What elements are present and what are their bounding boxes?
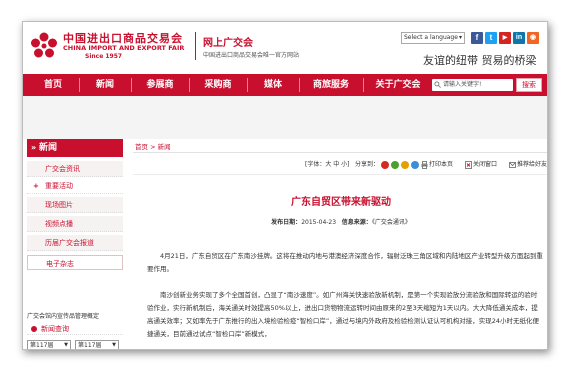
session-from-select[interactable]: 第117届 ▼ xyxy=(27,340,71,349)
toolbar-divider xyxy=(133,174,547,175)
wechat-icon[interactable] xyxy=(391,161,399,169)
article-area: 首页 > 新闻 [字体：大 中 小] 分享到： 打印本页 关闭窗口 推荐给好友 xyxy=(133,139,547,349)
article-meta: 发布日期：2015-04-23 信息来源：《广交会通讯》 xyxy=(133,217,547,226)
recommend-button[interactable]: 推荐给好友 xyxy=(517,160,547,170)
plus-icon: + xyxy=(33,182,39,190)
weibo-icon[interactable] xyxy=(381,161,389,169)
search-placeholder: 请输入关键字! xyxy=(443,81,482,88)
language-select[interactable]: Select a language ▾ xyxy=(401,32,465,44)
renren-icon[interactable] xyxy=(411,161,419,169)
sidebar-item-e-magazine[interactable]: 电子杂志 xyxy=(27,255,123,270)
rss-icon[interactable]: ◉ xyxy=(527,32,539,44)
sidebar-promo-text[interactable]: 广交会馆内宣传品管理概定 xyxy=(27,311,99,320)
meta-source: 《广交会通讯》 xyxy=(371,219,411,226)
article-paragraph: 南沙创新业务实现了多个全国首创，凸显了“南沙速度”。如广州海关快速验放新机制，是… xyxy=(147,291,540,338)
share-label: 分享到： xyxy=(355,161,380,168)
search-icon xyxy=(434,81,441,88)
browser-page: 中国进出口商品交易会 CHINA IMPORT AND EXPORT FAIR … xyxy=(22,21,548,350)
news-search-link[interactable]: 新闻查询 xyxy=(27,323,123,335)
chevron-down-icon: ▾ xyxy=(458,34,462,41)
banner-area xyxy=(23,96,547,139)
nav-item-media[interactable]: 媒体 xyxy=(251,74,295,96)
canton-fair-logo[interactable] xyxy=(29,31,59,61)
nav-divider xyxy=(131,78,132,92)
sidebar-heading-label: 新闻 xyxy=(39,143,58,153)
arrow-right-icon: » xyxy=(31,143,37,152)
site-header: 中国进出口商品交易会 CHINA IMPORT AND EXPORT FAIR … xyxy=(23,22,547,74)
sidebar-item-past-reports[interactable]: 历届广交会报道 xyxy=(27,235,123,251)
twitter-icon[interactable]: t xyxy=(485,32,497,44)
sidebar-item-major-events[interactable]: + 重要活动 xyxy=(27,178,123,194)
nav-divider xyxy=(189,78,190,92)
nav-divider xyxy=(299,78,300,92)
breadcrumb[interactable]: 首页 > 新闻 xyxy=(135,141,171,151)
sidebar: » 新闻 广交会资讯 + 重要活动 现场图片 视频点播 历届广交会报道 电子杂志… xyxy=(23,139,127,349)
linkedin-icon[interactable]: in xyxy=(513,32,525,44)
article-paragraph: 4月21日，广东自贸区在广东南沙挂牌。这将在推动内地与港澳经济深度合作，辐射泛珠… xyxy=(147,252,543,273)
chevron-down-icon: ▼ xyxy=(112,342,116,348)
printer-icon[interactable] xyxy=(421,161,428,169)
main-nav: 首页 新闻 参展商 采购商 媒体 商旅服务 关于广交会 请输入关键字! 搜索 xyxy=(23,74,547,96)
sidebar-item-photos[interactable]: 现场图片 xyxy=(27,197,123,213)
header-divider xyxy=(195,32,196,60)
article-title: 广东自贸区带来新驱动 xyxy=(291,197,391,208)
site-title[interactable]: 网上广交会 xyxy=(203,34,253,49)
news-search-label: 新闻查询 xyxy=(41,325,69,333)
qzone-icon[interactable] xyxy=(401,161,409,169)
session-to-select[interactable]: 第117届 ▼ xyxy=(75,340,119,349)
email-icon[interactable] xyxy=(509,161,516,169)
bullet-icon xyxy=(31,326,37,332)
site-subtitle: 中国进出口商品交易会唯一官方网站 xyxy=(203,52,300,59)
nav-item-travel-services[interactable]: 商旅服务 xyxy=(303,74,359,96)
nav-divider xyxy=(247,78,248,92)
nav-divider xyxy=(79,78,80,92)
facebook-icon[interactable]: f xyxy=(471,32,483,44)
close-window-icon[interactable] xyxy=(465,161,472,169)
nav-item-exhibitors[interactable]: 参展商 xyxy=(135,74,185,96)
search-input[interactable]: 请输入关键字! xyxy=(432,79,513,91)
font-size-control[interactable]: [字体：大 中 小] xyxy=(305,160,350,170)
nav-item-home[interactable]: 首页 xyxy=(31,74,75,96)
print-button[interactable]: 打印本页 xyxy=(429,160,453,170)
nav-item-buyers[interactable]: 采购商 xyxy=(193,74,243,96)
sidebar-item-fair-news[interactable]: 广交会资讯 xyxy=(27,161,123,177)
nav-item-about[interactable]: 关于广交会 xyxy=(367,74,429,96)
meta-date-label: 发布日期： xyxy=(271,219,302,226)
logo-since: Since 1957 xyxy=(85,53,123,60)
session-from-value: 第117届 xyxy=(30,342,54,349)
nav-divider xyxy=(363,78,364,92)
breadcrumb-divider xyxy=(133,152,547,153)
language-select-value: Select a language xyxy=(404,34,458,41)
close-window-button[interactable]: 关闭窗口 xyxy=(473,160,497,170)
search-button[interactable]: 搜索 xyxy=(516,78,542,92)
meta-source-label: 信息来源： xyxy=(341,219,372,226)
article-toolbar: [字体：大 中 小] 分享到： 打印本页 关闭窗口 推荐给好友 xyxy=(133,160,547,170)
sidebar-item-label: 重要活动 xyxy=(45,182,73,190)
chevron-down-icon: ▼ xyxy=(64,342,68,348)
slogan: 友谊的纽带 贸易的桥梁 xyxy=(423,54,537,67)
logo-english-name: CHINA IMPORT AND EXPORT FAIR xyxy=(63,44,185,52)
youtube-icon[interactable]: ▶ xyxy=(499,32,511,44)
sidebar-item-video[interactable]: 视频点播 xyxy=(27,216,123,232)
session-to-value: 第117届 xyxy=(78,342,102,349)
meta-date: 2015-04-23 xyxy=(301,219,337,226)
sidebar-heading[interactable]: » 新闻 xyxy=(27,139,123,157)
nav-item-news[interactable]: 新闻 xyxy=(83,74,127,96)
